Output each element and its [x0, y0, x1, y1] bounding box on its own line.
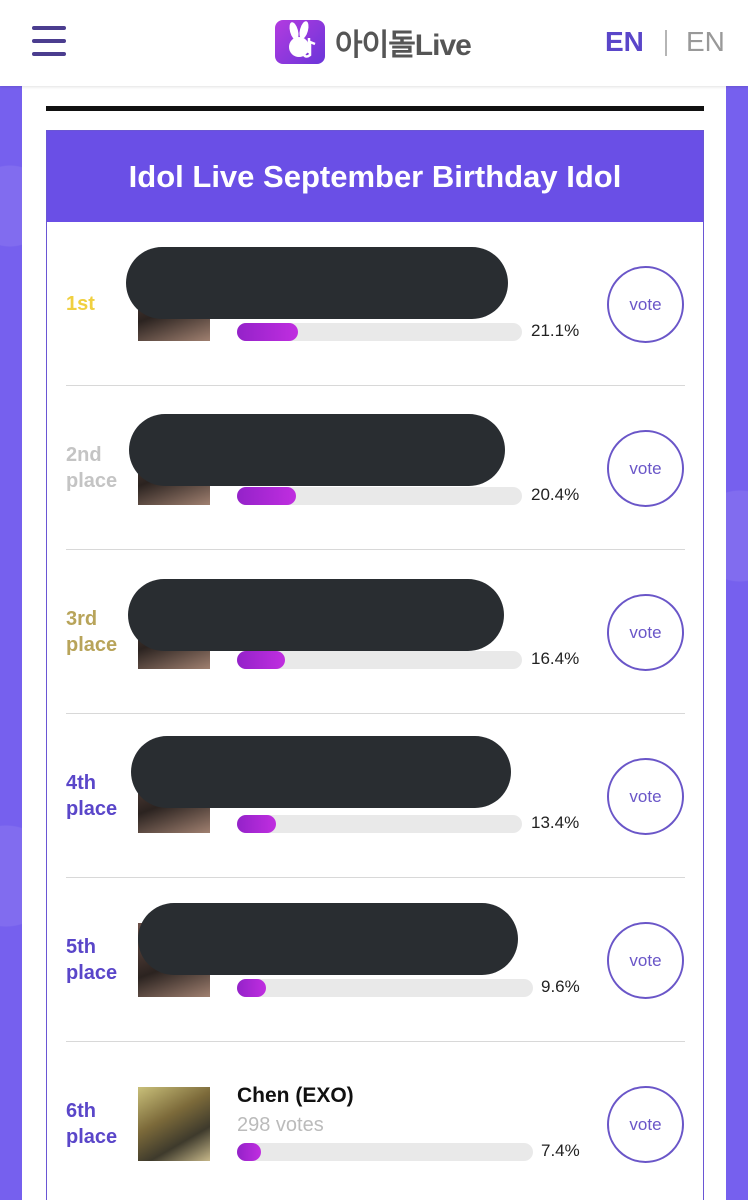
redaction-mark [129, 414, 505, 486]
rank-number: 1st [66, 292, 95, 315]
rank-row-1: 1st 21.1% vote [66, 222, 685, 386]
redaction-mark [131, 736, 511, 808]
rank-label: 2nd place [66, 442, 136, 494]
vote-button[interactable]: vote [607, 594, 684, 671]
rank-row-3: 3rd place 16.4% vote [66, 550, 685, 714]
language-option[interactable]: EN [686, 26, 725, 58]
rank-row-5: 5th place 9.6% vote [66, 878, 685, 1042]
ranking-card: Idol Live September Birthday Idol 1st 21… [46, 130, 704, 1200]
vote-progress-bar [237, 979, 533, 997]
vote-button[interactable]: vote [607, 758, 684, 835]
vote-percentage: 21.1% [531, 321, 580, 340]
vote-percentage: 20.4% [531, 485, 580, 504]
vote-percentage: 7.4% [541, 1141, 580, 1160]
redaction-mark [138, 903, 518, 975]
vote-progress-bar [237, 651, 522, 669]
vote-progress-fill [237, 323, 299, 341]
vote-progress-bar [237, 1143, 533, 1161]
rank-number: 4th [66, 771, 96, 794]
rank-row-4: 4th place 13.4% vote [66, 714, 685, 878]
rank-number: 2nd [66, 443, 102, 466]
vote-progress-bar [237, 323, 522, 341]
ranking-header: Idol Live September Birthday Idol [47, 131, 703, 222]
vote-progress-bar [237, 487, 522, 505]
vote-button[interactable]: vote [607, 922, 684, 999]
rank-label: 6th place [66, 1098, 136, 1150]
vote-progress-bar [237, 815, 522, 833]
rank-row-2: 2nd place 20.4% vote [66, 386, 685, 550]
vote-button[interactable]: vote [607, 1086, 684, 1163]
redaction-mark [126, 247, 508, 319]
top-navigation-bar: 아이돌Live EN EN [0, 0, 748, 86]
rank-label: 4th place [66, 770, 136, 822]
rank-row-6: 6th place Chen (EXO) 298 votes 7.4% vote [66, 1042, 685, 1200]
language-selector-active[interactable]: EN [605, 26, 644, 58]
vote-button[interactable]: vote [607, 266, 684, 343]
vote-progress-fill [237, 487, 297, 505]
idol-name: Chen (EXO) [237, 1084, 354, 1107]
rank-number: 3rd [66, 607, 98, 630]
vote-percentage: 16.4% [531, 649, 580, 668]
rank-suffix: place [66, 469, 118, 492]
bunny-logo-icon [275, 20, 325, 64]
rank-label: 1st [66, 291, 136, 317]
vote-progress-fill [237, 979, 266, 997]
content-panel: Idol Live September Birthday Idol 1st 21… [22, 86, 726, 1200]
language-divider [665, 30, 667, 56]
rank-suffix: place [66, 797, 118, 820]
vote-progress-fill [237, 815, 276, 833]
rank-number: 5th [66, 935, 96, 958]
hamburger-menu-icon[interactable] [32, 26, 66, 58]
rank-suffix: place [66, 961, 118, 984]
vote-count: 298 votes [237, 1114, 324, 1136]
logo-wordmark: 아이돌Live [335, 29, 472, 62]
ranking-title: Idol Live September Birthday Idol [128, 158, 622, 194]
vote-button[interactable]: vote [607, 430, 684, 507]
rank-suffix: place [66, 633, 118, 656]
app-logo[interactable]: 아이돌Live [275, 20, 472, 64]
vote-percentage: 9.6% [541, 977, 580, 996]
idol-photo [138, 1087, 210, 1161]
vote-progress-fill [237, 1143, 261, 1161]
vote-progress-fill [237, 651, 285, 669]
rank-suffix: place [66, 1126, 118, 1148]
redaction-mark [128, 579, 504, 651]
rank-label: 3rd place [66, 606, 136, 658]
vote-percentage: 13.4% [531, 813, 580, 832]
section-divider [46, 106, 704, 111]
rank-label: 5th place [66, 934, 136, 986]
rank-number: 6th [66, 1100, 96, 1122]
